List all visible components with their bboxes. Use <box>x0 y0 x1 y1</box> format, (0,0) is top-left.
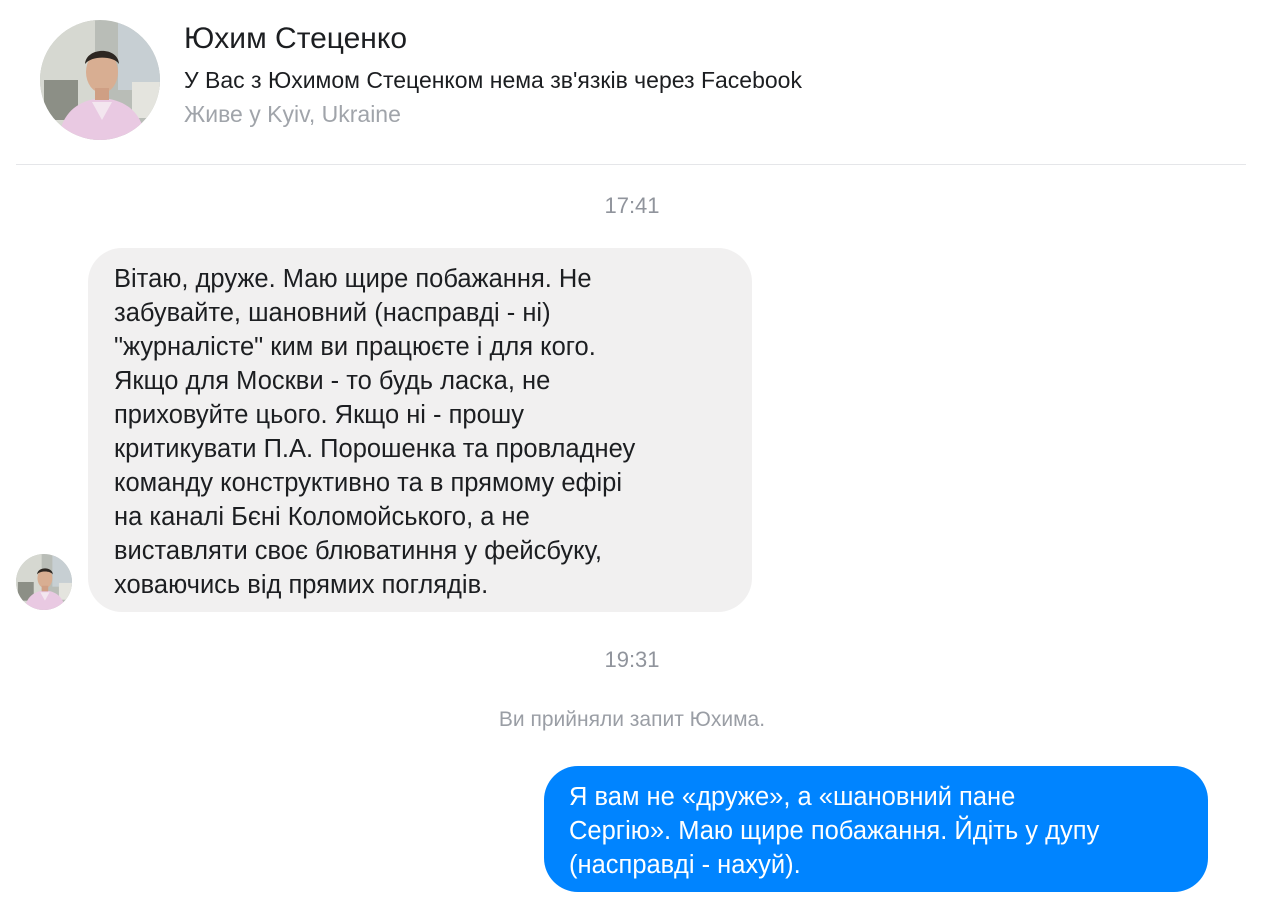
outgoing-message-bubble[interactable]: Я вам не «друже», а «шановний пане Сергі… <box>544 766 1208 892</box>
profile-photo-icon <box>16 554 72 610</box>
message-line: Вітаю, друже. Маю щире побажання. Не <box>114 265 592 293</box>
profile-photo-icon <box>40 20 160 140</box>
connection-note: У Вас з Юхимом Стеценком нема зв'язків ч… <box>184 67 802 93</box>
message-line: "журналісте" ким ви працюєте і для кого. <box>114 333 596 361</box>
message-line: (насправді - нахуй). <box>569 851 801 879</box>
incoming-message-bubble[interactable]: Вітаю, друже. Маю щире побажання. Не заб… <box>88 248 752 612</box>
contact-location: Живе у Kyiv, Ukraine <box>184 101 401 127</box>
message-line: Сергію». Маю щире побажання. Йдіть у дуп… <box>569 817 1100 845</box>
message-line: Я вам не «друже», а «шановний пане <box>569 783 1016 811</box>
message-line: Якщо для Москви - то будь ласка, не <box>114 367 551 395</box>
request-accepted-note: Ви прийняли запит Юхима. <box>498 708 766 731</box>
header-divider <box>16 164 1246 165</box>
message-timestamp: 19:31 <box>604 647 660 672</box>
message-line: критикувати П.А. Порошенка та провладнеу <box>114 435 636 463</box>
contact-name[interactable]: Юхим Стеценко <box>184 20 407 58</box>
message-line: виставляти своє блюватиння у фейсбуку, <box>114 537 602 565</box>
conversation-header: Юхим Стеценко У Вас з Юхимом Стеценком н… <box>0 0 1264 165</box>
message-line: на каналі Бєні Коломойського, а не <box>114 503 530 531</box>
message-timestamp: 17:41 <box>604 193 660 218</box>
message-line: забувайте, шановний (насправді - ні) <box>114 299 551 327</box>
sender-avatar[interactable] <box>16 554 72 610</box>
message-line: команду конструктивно та в прямому ефірі <box>114 469 623 497</box>
message-line: приховуйте цього. Якщо ні - прошу <box>114 401 525 429</box>
contact-avatar[interactable] <box>40 20 160 140</box>
message-line: ховаючись від прямих поглядів. <box>114 571 489 599</box>
